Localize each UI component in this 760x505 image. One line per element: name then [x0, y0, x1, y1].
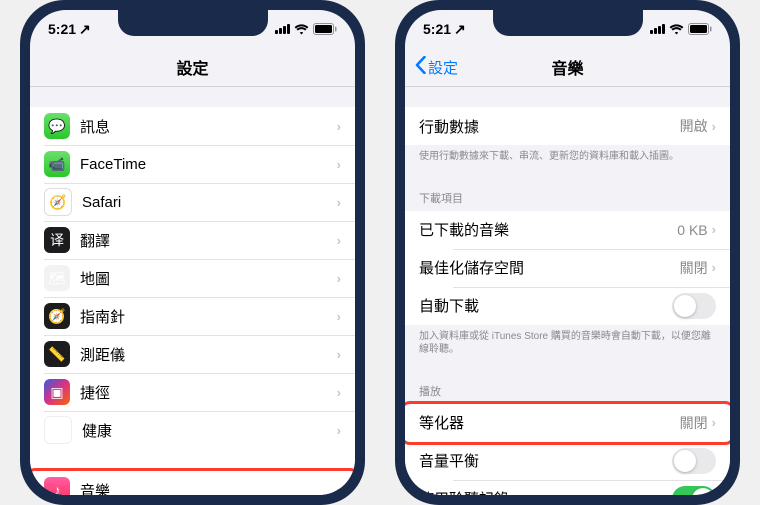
row-label: 測距儀 — [80, 344, 337, 365]
row-label: 已下載的音樂 — [419, 219, 677, 240]
chevron-right-icon: › — [337, 271, 341, 286]
chevron-right-icon: › — [337, 233, 341, 248]
row-value: 關閉 — [680, 413, 708, 433]
row-label: 翻譯 — [80, 230, 337, 251]
settings-row-history[interactable]: 使用聆聽記錄 — [405, 480, 730, 496]
back-button[interactable]: 設定 — [415, 56, 458, 78]
chevron-right-icon: › — [337, 385, 341, 400]
chevron-right-icon: › — [337, 347, 341, 362]
cellular-signal-icon — [275, 24, 290, 34]
settings-row-messages[interactable]: 💬 訊息› — [30, 107, 355, 145]
row-label: FaceTime — [80, 156, 337, 173]
row-label: 捷徑 — [80, 382, 337, 403]
music-settings-list[interactable]: 行動數據開啟›使用行動數據來下載、串流、更新您的資料庫和載入插圖。下載項目已下載… — [405, 87, 730, 495]
chevron-right-icon: › — [337, 309, 341, 324]
section-footer: 加入資料庫或從 iTunes Store 購買的音樂時會自動下載，以便您離線聆聽… — [405, 325, 730, 359]
row-label: 訊息 — [80, 116, 337, 137]
settings-row-eq[interactable]: 等化器關閉 › — [405, 404, 730, 442]
toggle-autodl[interactable] — [672, 293, 716, 319]
row-label: 最佳化儲存空間 — [419, 257, 680, 278]
settings-row-shortcuts[interactable]: ▣ 捷徑› — [30, 373, 355, 411]
settings-row-health[interactable]: ❤ 健康› — [30, 411, 355, 449]
row-label: 等化器 — [419, 412, 680, 433]
measure-icon: 📏 — [44, 341, 70, 367]
chevron-right-icon: › — [337, 119, 341, 134]
maps-icon: 🗺 — [44, 265, 70, 291]
safari-icon: 🧭 — [44, 188, 72, 216]
row-value: 關閉 — [680, 258, 708, 278]
row-label: 健康 — [82, 420, 337, 441]
row-label: 音量平衡 — [419, 450, 672, 471]
settings-row-safari[interactable]: 🧭 Safari› — [30, 183, 355, 221]
chevron-right-icon: › — [337, 483, 341, 496]
settings-row-optimize[interactable]: 最佳化儲存空間關閉 › — [405, 249, 730, 287]
translate-icon: 译 — [44, 227, 70, 253]
settings-row-compass[interactable]: 🧭 指南針› — [30, 297, 355, 335]
row-label: 自動下載 — [419, 295, 672, 316]
location-arrow-icon: ↗ — [454, 21, 466, 38]
row-label: 行動數據 — [419, 116, 680, 137]
nav-bar: 設定 音樂 — [405, 48, 730, 87]
chevron-right-icon: › — [712, 260, 716, 275]
settings-row-translate[interactable]: 译翻譯› — [30, 221, 355, 259]
wifi-icon — [294, 24, 309, 35]
settings-row-measure[interactable]: 📏 測距儀› — [30, 335, 355, 373]
chevron-right-icon: › — [712, 222, 716, 237]
section-header: 下載項目 — [405, 176, 730, 211]
row-label: 地圖 — [80, 268, 337, 289]
facetime-icon: 📹 — [44, 151, 70, 177]
chevron-left-icon — [415, 56, 426, 78]
chevron-right-icon: › — [337, 195, 341, 210]
row-label: 指南針 — [80, 306, 337, 327]
settings-row-autodl[interactable]: 自動下載 — [405, 287, 730, 325]
page-title: 設定 — [176, 55, 208, 79]
location-arrow-icon: ↗ — [79, 21, 91, 38]
row-value: 0 KB — [677, 222, 707, 238]
chevron-right-icon: › — [337, 157, 341, 172]
shortcuts-icon: ▣ — [44, 379, 70, 405]
nav-bar: 設定 — [30, 48, 355, 87]
settings-row-downloaded[interactable]: 已下載的音樂0 KB › — [405, 211, 730, 249]
section-header: 播放 — [405, 369, 730, 404]
music-icon: ♪ — [44, 477, 70, 495]
toggle-balance[interactable] — [672, 448, 716, 474]
wifi-icon — [669, 24, 684, 35]
back-label: 設定 — [428, 57, 458, 78]
toggle-history[interactable] — [672, 486, 716, 496]
status-time: 5:21 — [48, 21, 76, 37]
row-label: 音樂 — [80, 480, 337, 496]
settings-row-balance[interactable]: 音量平衡 — [405, 442, 730, 480]
status-time: 5:21 — [423, 21, 451, 37]
cellular-signal-icon — [650, 24, 665, 34]
row-value: 開啟 — [680, 116, 708, 136]
settings-row-cellular[interactable]: 行動數據開啟 › — [405, 107, 730, 145]
chevron-right-icon: › — [712, 415, 716, 430]
settings-row-maps[interactable]: 🗺 地圖› — [30, 259, 355, 297]
settings-row-facetime[interactable]: 📹 FaceTime› — [30, 145, 355, 183]
battery-icon — [313, 23, 337, 35]
settings-row-music[interactable]: ♪ 音樂› — [30, 471, 355, 495]
health-icon: ❤ — [44, 416, 72, 444]
section-footer: 使用行動數據來下載、串流、更新您的資料庫和載入插圖。 — [405, 145, 730, 166]
page-title: 音樂 — [551, 55, 583, 79]
row-label: Safari — [82, 194, 337, 211]
compass-icon: 🧭 — [44, 303, 70, 329]
chevron-right-icon: › — [712, 119, 716, 134]
chevron-right-icon: › — [337, 423, 341, 438]
battery-icon — [688, 23, 712, 35]
settings-list[interactable]: 💬訊息›📹FaceTime›🧭Safari›译翻譯›🗺地圖›🧭指南針›📏測距儀›… — [30, 87, 355, 495]
row-label: 使用聆聽記錄 — [419, 488, 672, 495]
messages-icon: 💬 — [44, 113, 70, 139]
